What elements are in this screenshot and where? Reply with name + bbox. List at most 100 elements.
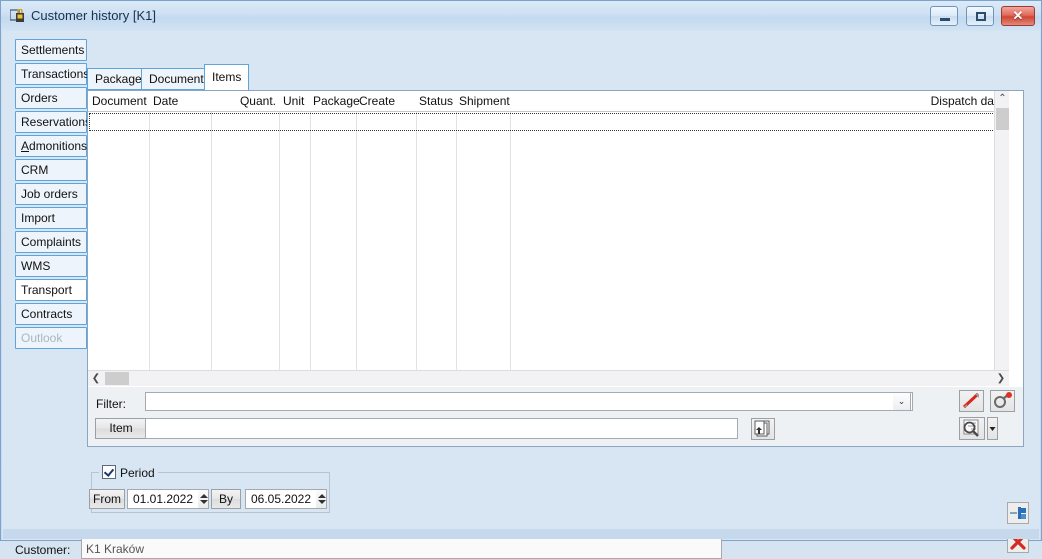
spinner-down-icon[interactable] (200, 500, 208, 504)
column-header-unit[interactable]: Unit (283, 91, 317, 111)
scroll-up-icon[interactable]: ⌃ (995, 91, 1010, 107)
column-header-date[interactable]: Date (153, 91, 209, 111)
sidebar-item-contracts[interactable]: Contracts (15, 303, 87, 325)
vertical-scroll-thumb[interactable] (996, 108, 1009, 130)
application-window: Customer history [K1] ✕ Settlements Tran… (0, 0, 1042, 559)
tab-label: Items (212, 70, 242, 84)
sidebar-item-orders[interactable]: Orders (15, 87, 87, 109)
grid-vertical-scrollbar[interactable]: ⌃ ⌄ (994, 91, 1009, 386)
from-button[interactable]: From (89, 489, 125, 509)
column-divider[interactable] (211, 112, 212, 386)
filter-key-icon (994, 392, 1012, 408)
sidebar-item-label: Complaints (21, 235, 82, 249)
period-checkbox[interactable]: Period (99, 465, 158, 480)
spinner-up-icon[interactable] (318, 494, 326, 498)
sidebar-item-admonitions[interactable]: Admonitions (15, 135, 87, 157)
sidebar-item-label: Orders (21, 91, 58, 105)
sidebar-item-outlook: Outlook (15, 327, 87, 349)
title-bar: Customer history [K1] ✕ (1, 1, 1041, 31)
search-dropdown-button[interactable] (987, 417, 998, 440)
column-header-package[interactable]: Package (313, 91, 363, 111)
client-area: Settlements Transactions Orders Reservat… (2, 31, 1040, 559)
spinner-down-icon[interactable] (318, 500, 326, 504)
grid-body[interactable] (88, 112, 1009, 386)
grid-focus-row[interactable] (89, 113, 1007, 131)
by-button[interactable]: By (211, 489, 241, 509)
accept-button[interactable] (1007, 502, 1029, 524)
sidebar-item-label: CRM (21, 163, 49, 177)
checkbox-checked-icon[interactable] (102, 465, 116, 479)
column-header-shipment[interactable]: Shipment (459, 91, 519, 111)
column-header-document[interactable]: Document (92, 91, 148, 111)
filter-label: Filter: (96, 397, 126, 411)
column-divider[interactable] (310, 112, 311, 386)
window-controls: ✕ (926, 6, 1035, 28)
items-tab-panel: Document Date Quant. Unit Package Create… (87, 90, 1024, 447)
sidebar-item-transport[interactable]: Transport (15, 279, 87, 301)
column-header-create[interactable]: Create (359, 91, 409, 111)
close-icon: ✕ (1012, 8, 1024, 23)
save-exit-icon (1010, 507, 1026, 519)
period-from-input[interactable] (127, 489, 199, 509)
column-header-dispatch-date[interactable]: Dispatch date (848, 91, 1004, 111)
scroll-right-icon[interactable]: ❯ (993, 371, 1009, 386)
grid-horizontal-scrollbar[interactable]: ❮ ❯ (88, 370, 1009, 386)
horizontal-scroll-thumb[interactable] (105, 372, 129, 385)
filter-area: Filter: ⌄ Item (88, 387, 1023, 446)
close-button[interactable]: ✕ (1001, 6, 1035, 26)
sidebar-item-reservations[interactable]: Reservations (15, 111, 91, 133)
clear-filter-pencil-icon (962, 392, 980, 409)
item-button[interactable]: Item (95, 418, 147, 439)
column-divider[interactable] (356, 112, 357, 386)
window-lock-icon (9, 8, 26, 23)
column-divider[interactable] (416, 112, 417, 386)
minimize-button[interactable] (930, 6, 959, 26)
maximize-button[interactable] (965, 6, 994, 26)
window-title: Customer history [K1] (31, 8, 156, 23)
dropdown-arrow-icon (989, 427, 996, 431)
sidebar-item-label: Job orders (21, 187, 78, 201)
period-from-spinner[interactable] (198, 489, 209, 509)
spinner-up-icon[interactable] (200, 494, 208, 498)
sidebar-item-import[interactable]: Import (15, 207, 87, 229)
filter-settings-button[interactable] (990, 390, 1015, 412)
sidebar-item-settlements[interactable]: Settlements (15, 39, 87, 61)
copy-documents-icon (754, 420, 770, 437)
clear-filter-button[interactable] (959, 390, 984, 412)
sidebar-item-label: Transactions (21, 67, 90, 81)
sidebar-item-job-orders[interactable]: Job orders (15, 183, 87, 205)
tab-items[interactable]: Items (204, 64, 250, 91)
item-input[interactable] (145, 418, 738, 439)
column-divider[interactable] (456, 112, 457, 386)
grid-header-row: Document Date Quant. Unit Package Create… (88, 91, 1009, 112)
items-grid: Document Date Quant. Unit Package Create… (88, 91, 1009, 386)
sidebar-item-label: Reservations (21, 115, 92, 129)
sidebar-item-transactions[interactable]: Transactions (15, 63, 90, 85)
sidebar-item-complaints[interactable]: Complaints (15, 231, 87, 253)
scroll-left-icon[interactable]: ❮ (88, 371, 104, 386)
tab-label: Documents (149, 72, 210, 86)
sidebar-item-label: Transport (21, 283, 72, 297)
column-divider[interactable] (279, 112, 280, 386)
sidebar-item-label: Contracts (21, 307, 73, 321)
minimize-icon (940, 18, 951, 21)
sidebar-item-wms[interactable]: WMS (15, 255, 87, 277)
period-by-spinner[interactable] (316, 489, 327, 509)
sidebar-item-crm[interactable]: CRM (15, 159, 87, 181)
filter-dropdown-arrow-icon[interactable]: ⌄ (893, 392, 911, 411)
sidebar-item-label: Admonitions (21, 139, 88, 153)
side-tab-strip: Settlements Transactions Orders Reservat… (15, 39, 91, 351)
status-bar (3, 529, 1039, 539)
search-button[interactable] (959, 417, 985, 440)
filter-input[interactable] (145, 392, 913, 411)
customer-input[interactable] (81, 538, 722, 559)
sidebar-item-label: Settlements (21, 43, 85, 57)
item-pick-button[interactable] (751, 418, 775, 440)
sidebar-item-label: Outlook (21, 331, 63, 345)
period-by-input[interactable] (245, 489, 317, 509)
column-header-quantity[interactable]: Quant. (218, 91, 276, 111)
column-divider[interactable] (149, 112, 150, 386)
column-divider[interactable] (510, 112, 511, 386)
search-magnifier-icon (963, 419, 979, 437)
period-checkbox-label: Period (120, 466, 155, 480)
